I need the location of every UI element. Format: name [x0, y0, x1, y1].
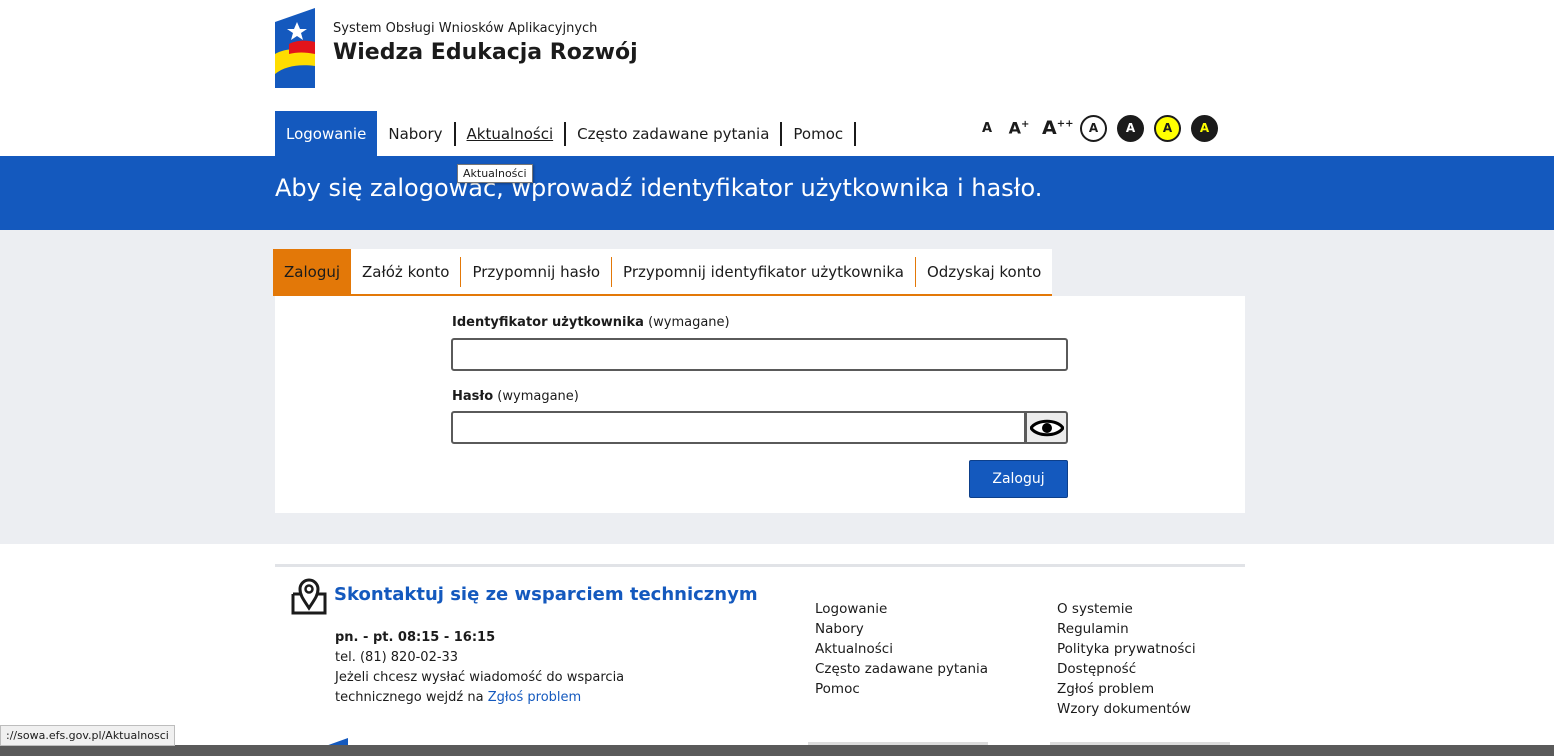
footer-link-logowanie[interactable]: Logowanie: [815, 599, 988, 619]
footer-link-nabory[interactable]: Nabory: [815, 619, 988, 639]
show-password-button[interactable]: [1025, 411, 1068, 444]
contrast-black-white-button[interactable]: A: [1117, 114, 1144, 142]
font-size-largest-button[interactable]: A++: [1042, 116, 1073, 139]
contrast-label: A: [1125, 121, 1136, 135]
main-nav: Logowanie Nabory Aktualności Często zada…: [275, 111, 857, 156]
tab-zaloguj[interactable]: Zaloguj: [273, 249, 352, 294]
user-id-input[interactable]: [451, 338, 1068, 371]
contrast-label: A: [1162, 121, 1173, 135]
footer-links-main: Logowanie Nabory Aktualności Często zada…: [815, 599, 988, 699]
contrast-black-yellow-button[interactable]: A: [1191, 114, 1218, 142]
nav-item-label: Pomoc: [793, 124, 844, 143]
tab-przypomnij-identyfikator[interactable]: Przypomnij identyfikator użytkownika: [612, 249, 915, 294]
footer-link-o-systemie[interactable]: O systemie: [1057, 599, 1196, 619]
nav-item-label: Nabory: [388, 124, 443, 143]
contrast-yellow-black-button[interactable]: A: [1154, 114, 1181, 142]
login-form-panel: [275, 296, 1245, 513]
nav-item-label: Często zadawane pytania: [577, 124, 770, 143]
nav-item-label: Aktualności: [466, 124, 554, 143]
font-size-default-button[interactable]: A: [978, 122, 996, 135]
browser-status-bar: ://sowa.efs.gov.pl/Aktualnosci: [0, 725, 175, 746]
page-header: System Obsługi Wniosków Aplikacyjnych Wi…: [0, 0, 1554, 156]
nav-item-nabory[interactable]: Nabory: [377, 111, 453, 156]
nav-item-label: Logowanie: [286, 124, 367, 143]
contrast-label: A: [1199, 121, 1210, 135]
user-id-label: Identyfikator użytkownika (wymagane): [452, 315, 730, 330]
support-message-prefix: technicznego wejdź na: [335, 690, 484, 705]
nav-item-aktualnosci[interactable]: Aktualności: [456, 111, 565, 156]
banner-text: Aby się zalogować, wprowadź identyfikato…: [275, 174, 1043, 202]
footer-link-faq[interactable]: Często zadawane pytania: [815, 659, 988, 679]
font-size-larger-button[interactable]: A+: [1006, 118, 1032, 138]
system-subtitle: System Obsługi Wniosków Aplikacyjnych: [333, 21, 598, 36]
password-label-text: Hasło: [452, 389, 494, 404]
password-input[interactable]: [451, 411, 1026, 444]
report-problem-link[interactable]: Zgłoś problem: [488, 690, 582, 705]
fundusze-europejskie-logo[interactable]: [275, 8, 319, 88]
required-marker: (wymagane): [497, 389, 579, 404]
footer-link-wzory-dokumentow[interactable]: Wzory dokumentów: [1057, 699, 1196, 719]
contrast-default-button[interactable]: A: [1080, 114, 1107, 142]
user-id-label-text: Identyfikator użytkownika: [452, 315, 644, 330]
font-size-sup: ++: [1056, 118, 1074, 130]
support-title: Skontaktuj się ze wsparciem technicznym: [334, 584, 758, 605]
support-message-line2: technicznego wejdź na Zgłoś problem: [335, 690, 581, 705]
location-pin-icon: [291, 578, 327, 615]
font-size-sup: +: [1021, 118, 1030, 130]
font-size-label: A: [1042, 116, 1057, 139]
nav-item-logowanie[interactable]: Logowanie: [275, 111, 378, 156]
eye-icon: [1029, 419, 1064, 436]
system-title: Wiedza Edukacja Rozwój: [333, 40, 638, 65]
footer-divider: [275, 564, 1245, 567]
login-submit-button[interactable]: Zaloguj: [969, 460, 1068, 498]
footer-link-zglos-problem[interactable]: Zgłoś problem: [1057, 679, 1196, 699]
nav-tooltip: Aktualności: [457, 164, 533, 183]
accessibility-toolbar: A A+ A++ A A A A: [978, 113, 1218, 143]
footer-link-dostepnosc[interactable]: Dostępność: [1057, 659, 1196, 679]
password-label: Hasło (wymagane): [452, 389, 579, 404]
window-bottom-edge: [0, 745, 1554, 756]
login-tabs: Zaloguj Załóż konto Przypomnij hasło Prz…: [273, 249, 1053, 296]
nav-divider: [854, 121, 857, 146]
footer-link-polityka-prywatnosci[interactable]: Polityka prywatności: [1057, 639, 1196, 659]
footer-link-pomoc[interactable]: Pomoc: [815, 679, 988, 699]
font-size-label: A: [981, 120, 993, 136]
support-phone: tel. (81) 820-02-33: [335, 650, 459, 665]
contrast-label: A: [1088, 121, 1099, 135]
footer-link-aktualnosci[interactable]: Aktualności: [815, 639, 988, 659]
footer-links-info: O systemie Regulamin Polityka prywatnośc…: [1057, 599, 1196, 719]
support-message-line1: Jeżeli chcesz wysłać wiadomość do wsparc…: [335, 670, 625, 685]
required-marker: (wymagane): [648, 315, 730, 330]
footer-link-regulamin[interactable]: Regulamin: [1057, 619, 1196, 639]
tab-odzyskaj-konto[interactable]: Odzyskaj konto: [916, 249, 1052, 294]
tab-zaloz-konto[interactable]: Załóż konto: [351, 249, 460, 294]
font-size-label: A: [1008, 118, 1021, 138]
nav-item-faq[interactable]: Często zadawane pytania: [566, 111, 780, 156]
nav-item-pomoc[interactable]: Pomoc: [782, 111, 854, 156]
tab-przypomnij-haslo[interactable]: Przypomnij hasło: [461, 249, 611, 294]
support-hours: pn. - pt. 08:15 - 16:15: [335, 630, 496, 645]
